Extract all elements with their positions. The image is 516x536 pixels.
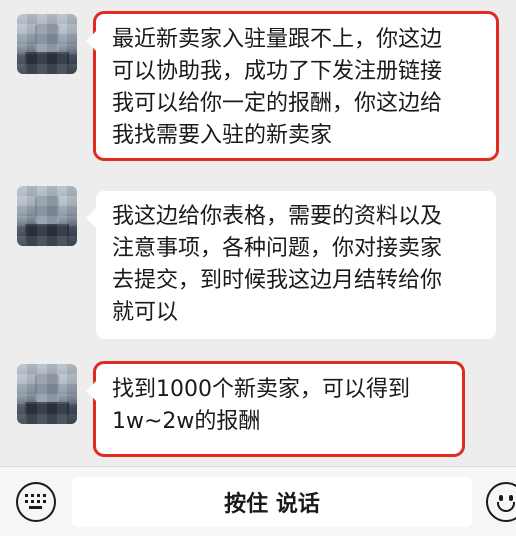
emoji-icon[interactable] [486, 482, 516, 522]
avatar[interactable] [17, 364, 77, 424]
message-line: 1w~2w的报酬 [112, 409, 261, 434]
message-bubble[interactable]: 最近新卖家入驻量跟不上，你这边 可以协助我，成功了下发注册链接 我可以给你一定的… [93, 11, 499, 161]
emoji-mouth [497, 502, 515, 512]
avatar-pixelation [17, 186, 77, 246]
keyboard-icon[interactable] [16, 482, 56, 522]
message-line: 我可以给你一定的报酬，你这边给 [112, 91, 443, 116]
message-line: 最近新卖家入驻量跟不上，你这边 [112, 27, 443, 52]
emoji-eye [509, 495, 513, 501]
message-line: 找到1000个新卖家，可以得到 [112, 377, 410, 402]
avatar[interactable] [17, 186, 77, 246]
message-line: 去提交，到时候我这边月结转给你 [112, 268, 443, 293]
avatar-pixelation [17, 364, 77, 424]
message-line: 可以协助我，成功了下发注册链接 [112, 59, 443, 84]
chat-input-bar: 按住 说话 [0, 466, 516, 536]
message-bubble[interactable]: 我这边给你表格，需要的资料以及 注意事项，各种问题，你对接卖家 去提交，到时候我… [96, 191, 496, 339]
avatar[interactable] [17, 14, 77, 74]
avatar-pixelation [17, 14, 77, 74]
message-bubble[interactable]: 找到1000个新卖家，可以得到 1w~2w的报酬 [93, 361, 465, 457]
message-line: 就可以 [112, 300, 179, 325]
message-line: 注意事项，各种问题，你对接卖家 [112, 236, 443, 261]
hold-to-talk-button[interactable]: 按住 说话 [72, 477, 472, 527]
message-line: 我这边给你表格，需要的资料以及 [112, 204, 443, 229]
message-line: 我找需要入驻的新卖家 [112, 123, 333, 148]
emoji-eye [499, 495, 503, 501]
